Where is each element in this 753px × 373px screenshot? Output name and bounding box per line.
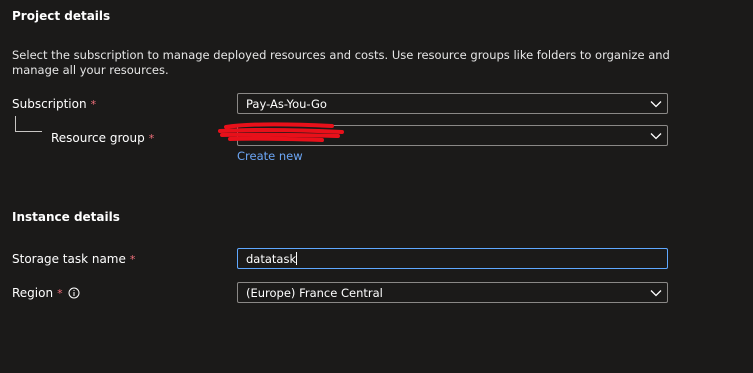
required-asterisk: *	[129, 252, 136, 266]
resource-group-label-text: Resource group	[51, 131, 145, 145]
required-asterisk: *	[57, 286, 63, 300]
storage-task-name-input[interactable]: datatask	[237, 248, 668, 269]
subscription-value: Pay-As-You-Go	[246, 96, 327, 111]
info-icon[interactable]	[68, 287, 80, 299]
region-label-text: Region	[12, 286, 54, 300]
storage-task-name-label: Storage task name *	[12, 252, 135, 266]
tree-connector	[15, 116, 42, 132]
project-details-heading: Project details	[12, 9, 111, 23]
project-details-description: Select the subscription to manage deploy…	[12, 48, 670, 77]
region-label: Region *	[12, 286, 80, 300]
chevron-down-icon	[649, 97, 663, 111]
subscription-label-text: Subscription	[12, 97, 87, 111]
required-asterisk: *	[148, 131, 155, 145]
required-asterisk: *	[90, 97, 97, 111]
text-caret	[296, 252, 298, 265]
create-new-link[interactable]: Create new	[237, 149, 303, 163]
chevron-down-icon	[649, 129, 663, 143]
resource-group-label: Resource group *	[51, 131, 154, 145]
instance-details-heading: Instance details	[12, 210, 120, 224]
storage-task-name-label-text: Storage task name	[12, 252, 126, 266]
chevron-down-icon	[649, 286, 663, 300]
subscription-label: Subscription *	[12, 97, 96, 111]
storage-task-name-value: datatask	[246, 251, 297, 266]
create-storage-task-form: Project details Select the subscription …	[0, 0, 753, 373]
region-value: (Europe) France Central	[246, 285, 383, 300]
region-dropdown[interactable]: (Europe) France Central	[237, 282, 668, 303]
redaction-scribble	[218, 122, 344, 142]
subscription-dropdown[interactable]: Pay-As-You-Go	[237, 93, 668, 114]
